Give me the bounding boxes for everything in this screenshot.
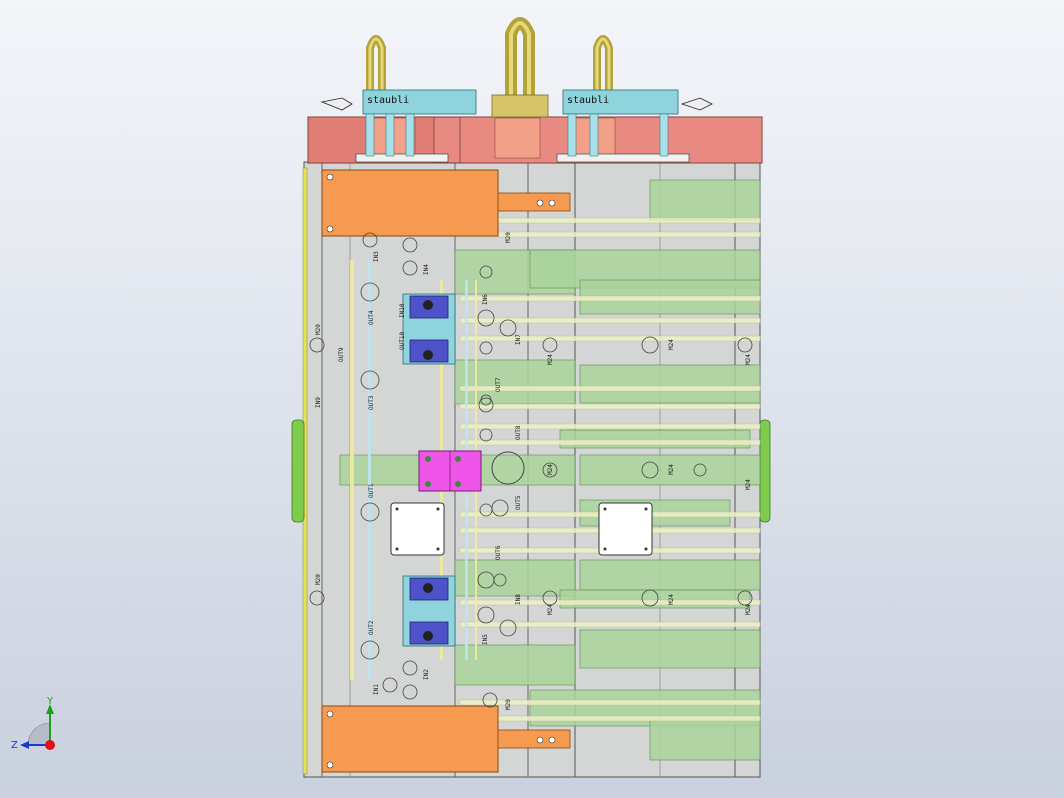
- cooling-cylinder: [579, 629, 761, 669]
- hose-line: [459, 217, 761, 224]
- port-label: IN2: [423, 669, 430, 680]
- port-label: OUT10: [399, 332, 406, 350]
- lifting-eye-center: [491, 17, 549, 118]
- cooling-cylinder: [454, 359, 576, 405]
- port-label: OUT4: [368, 310, 375, 325]
- port-label: M20: [505, 699, 512, 710]
- hose-line: [459, 423, 761, 430]
- cooling-cylinder: [454, 644, 576, 686]
- port-label: OUT3: [368, 395, 375, 410]
- cooling-cylinder: [579, 364, 761, 404]
- port-label: M24: [547, 604, 554, 615]
- z-axis-label: Z: [11, 740, 18, 751]
- port-label: IN8: [515, 594, 522, 605]
- staubli-tag-right: staubli: [567, 95, 609, 106]
- port-label: IN5: [482, 634, 489, 645]
- cooling-cylinder: [454, 559, 576, 597]
- port-label: IN9: [315, 397, 322, 408]
- port-label: IN1: [373, 684, 380, 695]
- cooling-cylinder: [579, 559, 761, 591]
- port-label: M24: [547, 354, 554, 365]
- hose-line: [459, 335, 761, 342]
- port-label: IN4: [423, 264, 430, 275]
- nameplate-right: [598, 502, 653, 556]
- port-label: M24: [668, 464, 675, 475]
- slide-block-upper: [402, 293, 456, 365]
- cooling-cylinder: [559, 589, 751, 609]
- port-label: IN10: [399, 303, 406, 318]
- top-insert-center: [494, 117, 541, 159]
- pin-left: [320, 97, 353, 111]
- side-ring-right: [759, 419, 771, 523]
- hose-line: [459, 385, 761, 392]
- port-label: OUT1: [368, 483, 375, 498]
- hose-line: [459, 439, 761, 446]
- port-label: M24: [745, 479, 752, 490]
- lifting-eye-right: [593, 35, 613, 95]
- port-label: OUT6: [495, 545, 502, 560]
- y-axis-label: Y: [46, 696, 54, 707]
- port-label: M24: [547, 464, 554, 475]
- nameplate-left: [390, 502, 445, 556]
- port-label: OUT8: [515, 425, 522, 440]
- port-label: M24: [745, 604, 752, 615]
- staubli-tag-left: staubli: [367, 95, 409, 106]
- side-ring-left: [291, 419, 305, 523]
- hose-line: [459, 621, 761, 628]
- port-label: OUT5: [515, 495, 522, 510]
- lifting-eye-left: [366, 35, 386, 95]
- port-label: IN3: [373, 251, 380, 262]
- hose-line: [459, 715, 761, 722]
- z-axis-arrow-icon: [20, 741, 29, 749]
- hose-line: [459, 403, 761, 410]
- port-label: M20: [315, 574, 322, 585]
- top-gasket-right: [556, 153, 690, 163]
- center-block: [418, 450, 482, 492]
- port-label: IN6: [482, 294, 489, 305]
- cad-viewport[interactable]: staubli staubli OUT1 OUT2 OUT3 OUT4 OUT5…: [0, 0, 1064, 798]
- pin-right: [680, 97, 713, 111]
- hose-line: [459, 599, 761, 606]
- mold-assembly: staubli staubli OUT1 OUT2 OUT3 OUT4 OUT5…: [291, 17, 771, 778]
- port-label: M24: [668, 594, 675, 605]
- x-axis-dot-icon: [45, 740, 55, 750]
- port-label: IN7: [515, 334, 522, 345]
- port-label: M20: [505, 232, 512, 243]
- port-label: M20: [315, 324, 322, 335]
- cooling-cylinder: [559, 429, 751, 449]
- cooling-cylinder: [649, 719, 761, 761]
- slide-block-lower: [402, 575, 456, 647]
- hose-line: [350, 260, 354, 680]
- port-label: OUT2: [368, 620, 375, 635]
- axis-triad[interactable]: Y Z: [11, 696, 55, 751]
- port-label: M24: [668, 339, 675, 350]
- port-label: OUT7: [495, 377, 502, 392]
- port-label: OUT9: [338, 347, 345, 362]
- port-label: M24: [745, 354, 752, 365]
- cooling-cylinder: [649, 179, 761, 221]
- hose-line: [459, 295, 761, 302]
